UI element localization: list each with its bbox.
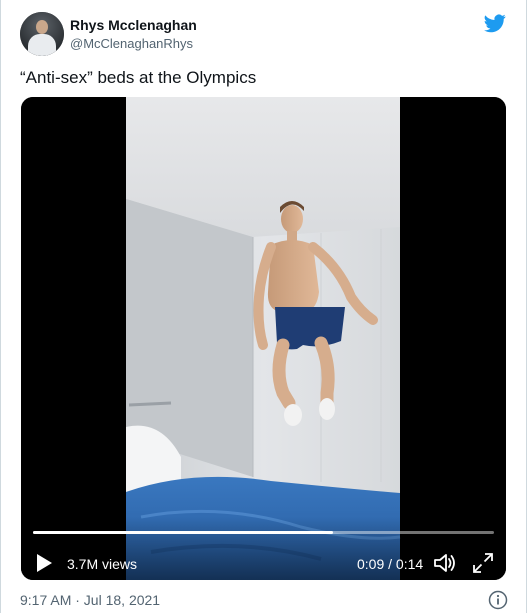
progress-fill — [33, 531, 333, 534]
tweet-timestamp[interactable]: 9:17 AM · Jul 18, 2021 — [20, 592, 160, 608]
card-border-right — [526, 0, 527, 613]
video-time: 0:09 / 0:14 — [357, 556, 424, 572]
progress-bar[interactable] — [33, 531, 494, 534]
author-name[interactable]: Rhys Mcclenaghan — [70, 17, 197, 33]
avatar-head — [36, 20, 48, 34]
video-player[interactable]: 3.7M views 0:09 / 0:14 — [21, 97, 506, 580]
twitter-bird-icon[interactable] — [484, 14, 506, 33]
tweet-text: “Anti-sex” beds at the Olympics — [20, 68, 257, 87]
tweet-card: Rhys Mcclenaghan @McClenaghanRhys “Anti-… — [0, 0, 528, 613]
author-handle[interactable]: @McClenaghanRhys — [70, 36, 193, 51]
video-frame — [21, 97, 506, 580]
view-count: 3.7M views — [67, 556, 138, 572]
avatar[interactable] — [20, 12, 64, 56]
avatar-body — [28, 34, 56, 56]
volume-icon[interactable] — [433, 552, 457, 574]
fullscreen-icon[interactable] — [472, 552, 494, 574]
play-icon[interactable] — [35, 553, 53, 573]
card-border-left — [0, 0, 1, 613]
info-icon[interactable] — [488, 590, 508, 610]
